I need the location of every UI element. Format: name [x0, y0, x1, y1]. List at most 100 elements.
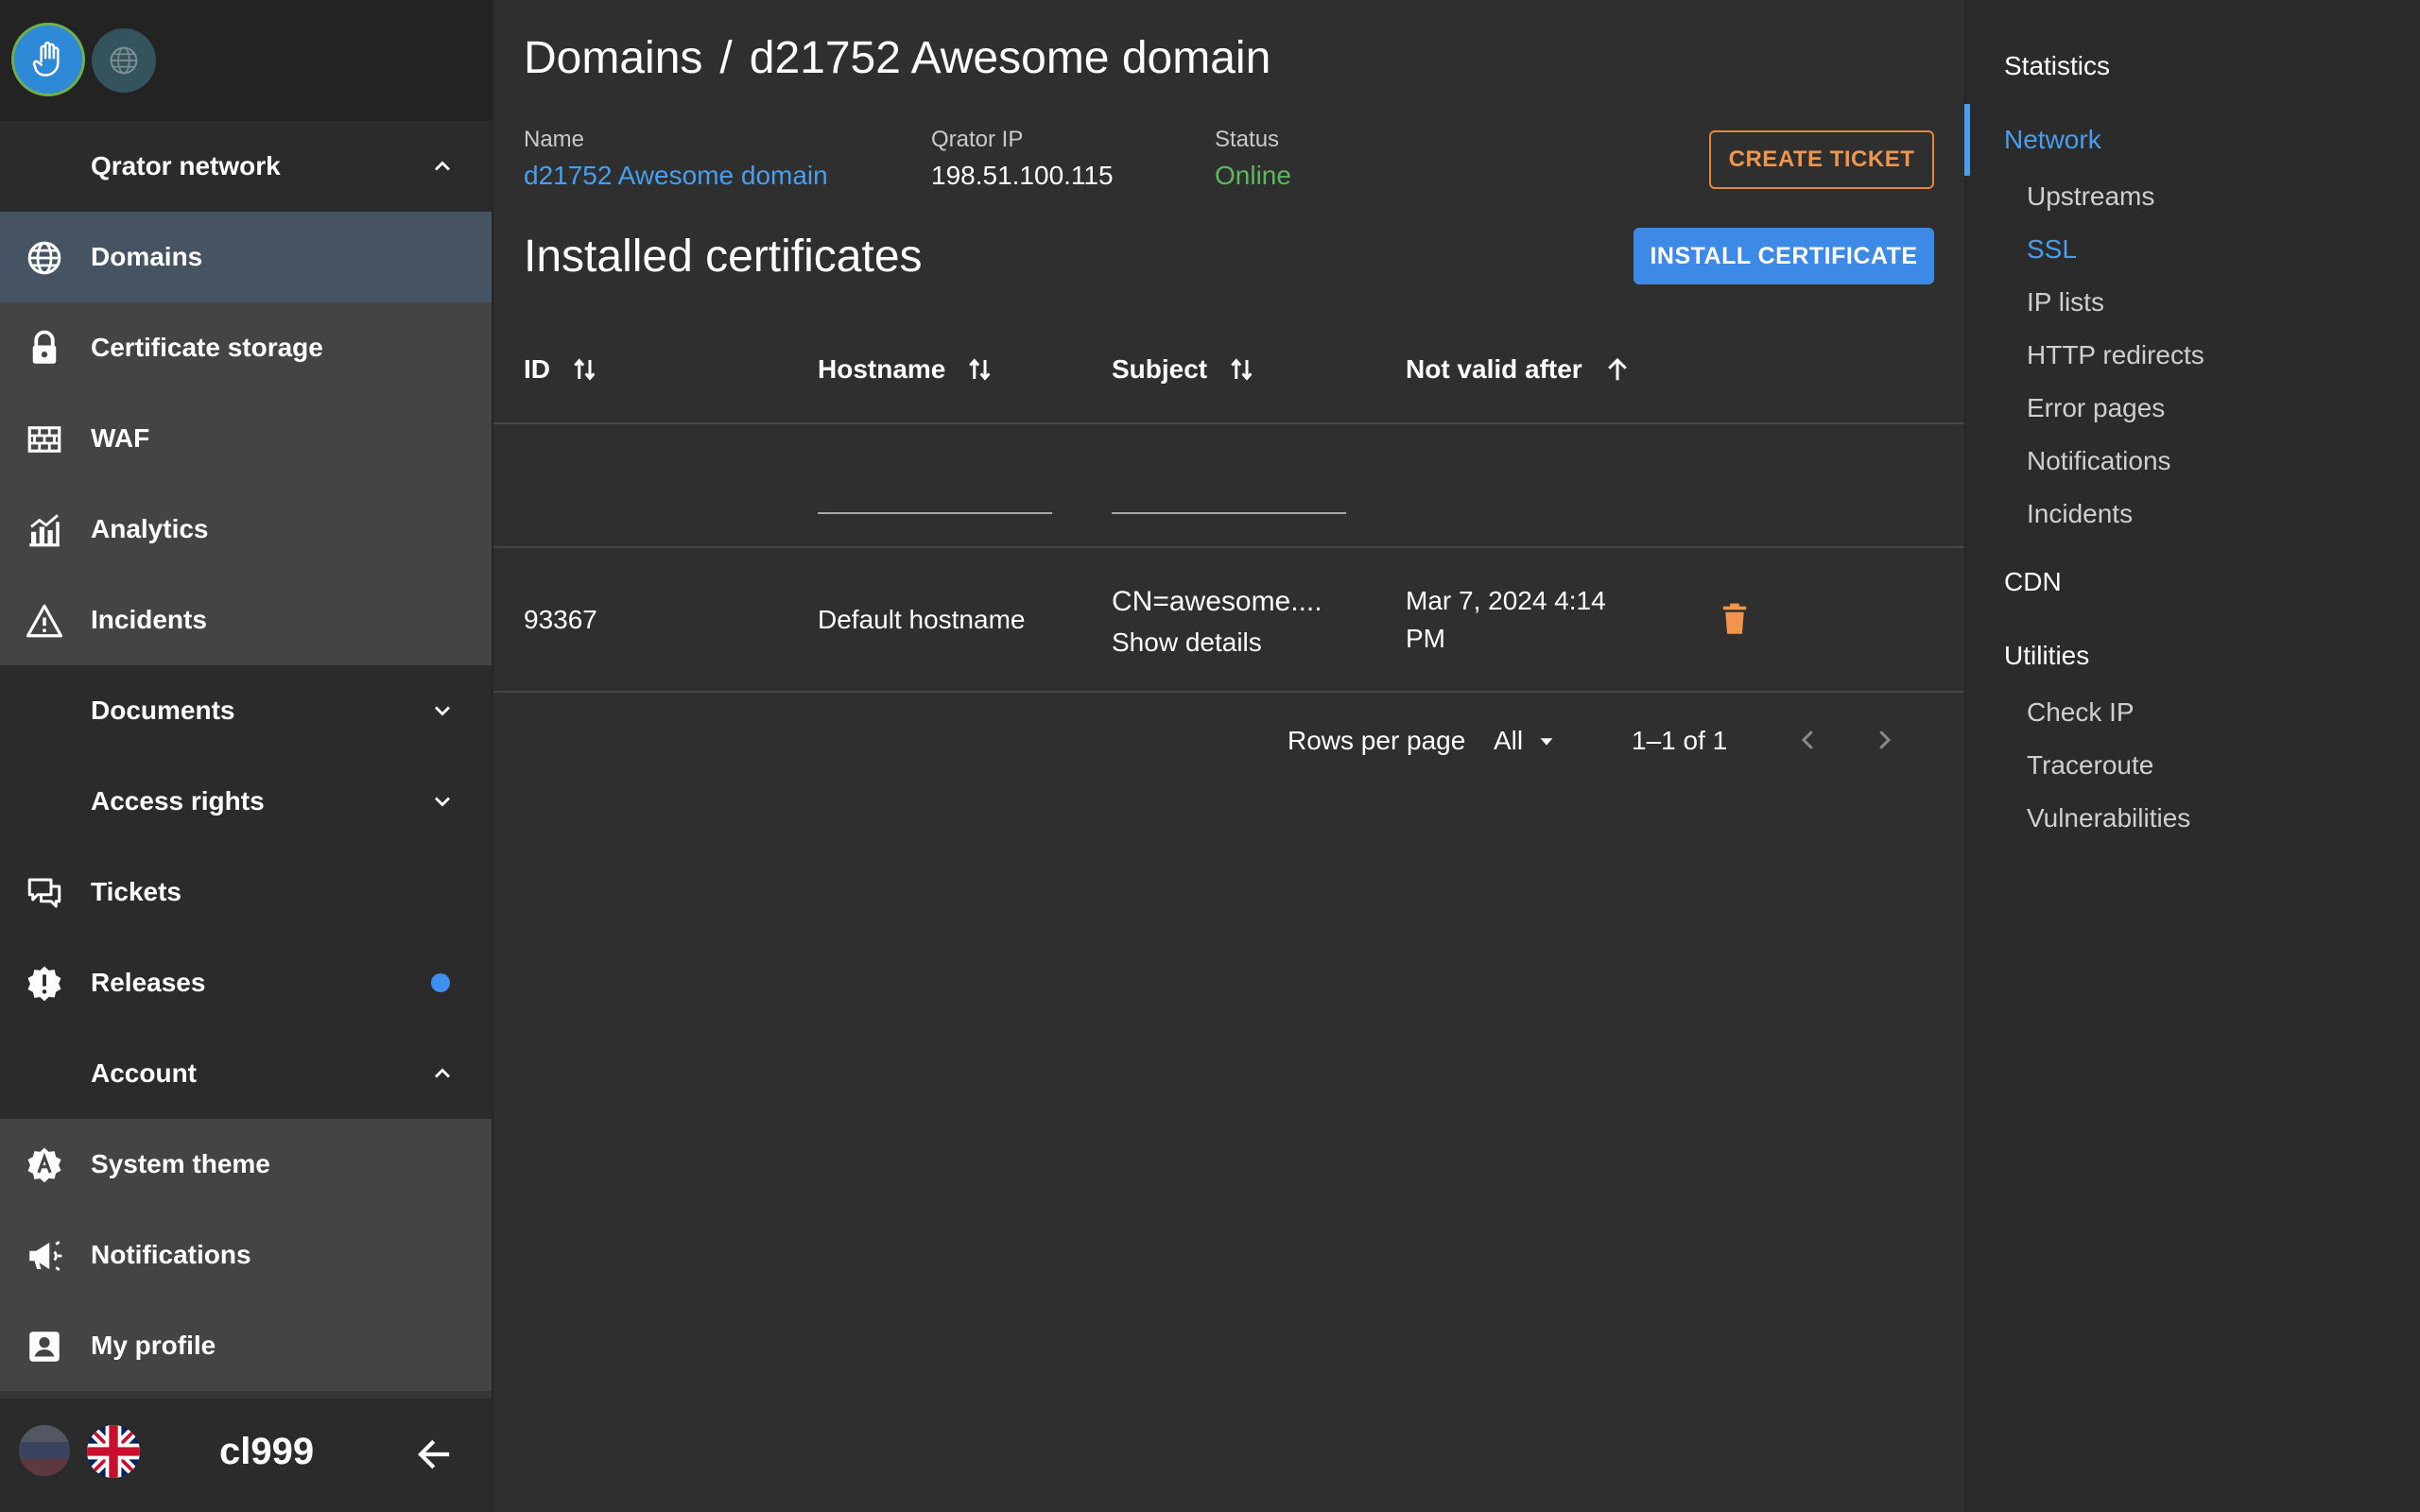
table-divider — [493, 546, 1964, 548]
sidebar-item-label: System theme — [91, 1149, 270, 1178]
nav-group-label: Qrator network — [91, 151, 281, 180]
sidebar-item-my-profile[interactable]: My profile — [0, 1300, 492, 1391]
table-divider — [493, 691, 1964, 693]
sidebar-item-label: Releases — [91, 968, 206, 997]
hostname-filter-input[interactable] — [818, 512, 1052, 514]
column-header-label: Subject — [1112, 354, 1208, 384]
rightnav-cdn[interactable]: CDN — [2004, 567, 2062, 597]
new-releases-icon — [27, 966, 61, 1002]
sidebar: Qrator network Domains Certificate stora… — [0, 0, 493, 1512]
russian-flag-icon[interactable] — [19, 1425, 70, 1476]
sidebar-item-label: Incidents — [91, 605, 207, 634]
column-header-label: Not valid after — [1406, 354, 1582, 384]
rows-per-page-value: All — [1494, 726, 1524, 755]
name-label: Name — [524, 127, 585, 152]
create-ticket-button[interactable]: CREATE TICKET — [1709, 130, 1934, 189]
sidebar-item-label: Analytics — [91, 514, 209, 543]
rightnav-network[interactable]: Network — [2004, 125, 2101, 155]
show-details-link[interactable]: Show details — [1112, 627, 1262, 658]
lock-icon — [32, 330, 57, 364]
nav-group-label: Documents — [91, 696, 235, 725]
rows-per-page-label: Rows per page — [1288, 726, 1466, 755]
qrator-ip-label: Qrator IP — [931, 127, 1024, 152]
chevron-left-icon[interactable] — [1794, 726, 1823, 754]
rightnav-statistics[interactable]: Statistics — [2004, 51, 2110, 81]
install-certificate-button[interactable]: INSTALL CERTIFICATE — [1634, 228, 1934, 284]
rightnav-http-redirects[interactable]: HTTP redirects — [2027, 340, 2204, 370]
sort-icon — [969, 358, 991, 381]
warning-icon — [26, 604, 63, 638]
globe-logo-icon[interactable] — [92, 28, 156, 93]
sidebar-item-label: Notifications — [91, 1240, 251, 1269]
rightnav-utilities[interactable]: Utilities — [2004, 641, 2089, 671]
sidebar-item-waf[interactable]: WAF — [0, 393, 492, 484]
nav-group-account[interactable]: Account — [0, 1028, 492, 1119]
sidebar-item-label: Certificate storage — [91, 333, 323, 362]
table-divider — [493, 422, 1964, 424]
nav-group-access-rights[interactable]: Access rights — [0, 756, 492, 847]
column-header-label: Hostname — [818, 354, 946, 384]
sidebar-item-tickets[interactable]: Tickets — [0, 847, 492, 937]
theme-icon — [27, 1147, 61, 1183]
breadcrumb-current: d21752 Awesome domain — [749, 33, 1271, 83]
dropdown-arrow-icon — [1540, 738, 1553, 746]
rightnav-ip-lists[interactable]: IP lists — [2027, 287, 2104, 318]
subject-cell: CN=awesome.... — [1112, 586, 1322, 617]
sidebar-item-incidents[interactable]: Incidents — [0, 575, 492, 665]
column-header-subject[interactable]: Subject — [1112, 353, 1256, 386]
chat-icon — [27, 878, 61, 908]
nav-group-label: Account — [91, 1058, 197, 1088]
analytics-icon — [29, 514, 60, 547]
not-valid-after-cell-line2: PM — [1406, 624, 1445, 653]
nav-group-documents[interactable]: Documents — [0, 665, 492, 756]
arrow-up-icon — [1607, 357, 1627, 381]
sidebar-item-releases[interactable]: Releases — [0, 937, 492, 1028]
sidebar-footer: cl999 — [0, 1399, 492, 1512]
rightnav-notifications[interactable]: Notifications — [2027, 446, 2171, 476]
releases-badge-dot — [431, 973, 450, 992]
domain-name-link[interactable]: d21752 Awesome domain — [524, 161, 828, 191]
sidebar-item-label: Tickets — [91, 877, 182, 906]
nav-group-qrator-network[interactable]: Qrator network — [0, 121, 492, 212]
sort-icon — [1231, 358, 1253, 381]
rightnav-incidents[interactable]: Incidents — [2027, 499, 2133, 529]
breadcrumb: Domains / d21752 Awesome domain — [524, 32, 1270, 84]
rightnav-check-ip[interactable]: Check IP — [2027, 697, 2135, 728]
rightnav-ssl[interactable]: SSL — [2027, 234, 2077, 265]
firewall-icon — [27, 426, 61, 453]
rightnav-error-pages[interactable]: Error pages — [2027, 393, 2165, 423]
sidebar-item-notifications[interactable]: Notifications — [0, 1210, 492, 1300]
chevron-right-icon[interactable] — [1870, 726, 1898, 754]
profile-icon — [29, 1332, 60, 1362]
column-header-label: ID — [524, 354, 550, 384]
rightnav-upstreams[interactable]: Upstreams — [2027, 181, 2154, 212]
rows-per-page-select[interactable]: All — [1494, 726, 1557, 756]
status-badge: Online — [1215, 161, 1291, 190]
subject-filter-input[interactable] — [1112, 512, 1346, 514]
hand-logo-icon[interactable] — [11, 23, 85, 96]
sidebar-item-label: My profile — [91, 1331, 216, 1360]
sidebar-item-analytics[interactable]: Analytics — [0, 484, 492, 575]
sidebar-item-system-theme[interactable]: System theme — [0, 1119, 492, 1210]
sidebar-item-label: Domains — [91, 242, 203, 271]
breadcrumb-separator: / — [719, 33, 733, 83]
qrator-ip-value: 198.51.100.115 — [931, 161, 1114, 190]
megaphone-icon — [29, 1241, 62, 1271]
nav-group-label: Access rights — [91, 786, 265, 816]
username: cl999 — [219, 1431, 315, 1472]
column-header-not-valid-after[interactable]: Not valid after — [1406, 353, 1632, 386]
sidebar-item-certificate-storage[interactable]: Certificate storage — [0, 302, 492, 393]
arrow-left-icon[interactable] — [414, 1435, 454, 1474]
rightnav-traceroute[interactable]: Traceroute — [2027, 750, 2153, 781]
rightnav-vulnerabilities[interactable]: Vulnerabilities — [2027, 803, 2190, 833]
sidebar-header — [0, 0, 492, 121]
certificate-id-link[interactable]: 93367 — [524, 605, 597, 635]
pagination-range: 1–1 of 1 — [1632, 726, 1728, 755]
column-header-id[interactable]: ID — [524, 353, 599, 386]
column-header-hostname[interactable]: Hostname — [818, 353, 994, 386]
trash-icon[interactable] — [1720, 603, 1749, 635]
sidebar-item-domains[interactable]: Domains — [0, 212, 492, 302]
breadcrumb-root[interactable]: Domains — [524, 32, 702, 84]
sort-icon — [574, 358, 596, 381]
uk-flag-icon[interactable] — [87, 1425, 140, 1478]
